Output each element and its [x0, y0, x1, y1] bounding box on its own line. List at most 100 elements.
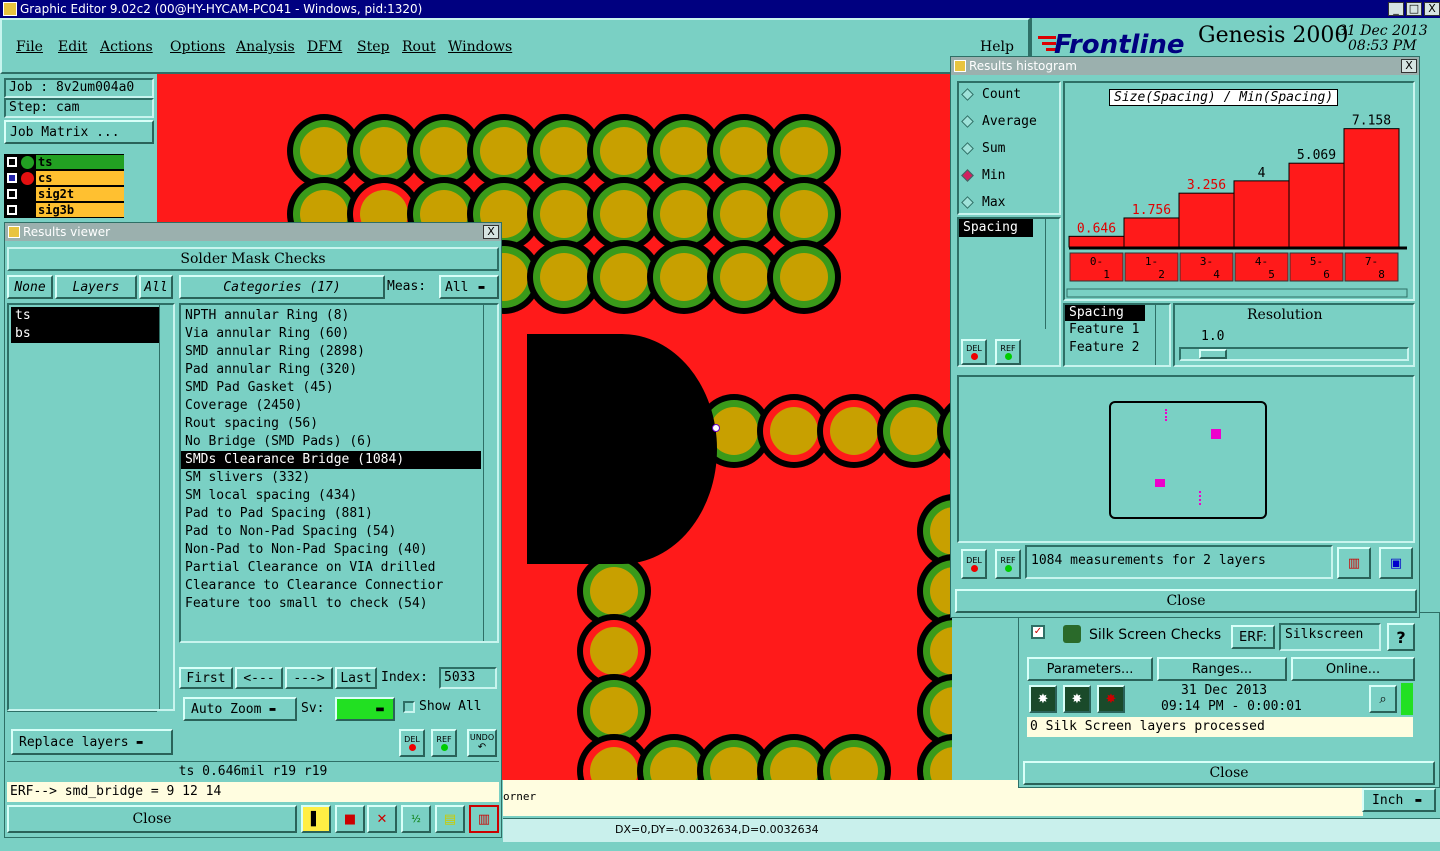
del-button[interactable]: DEL [399, 729, 425, 757]
layer-list-hscroll[interactable] [7, 711, 157, 723]
parameters-button[interactable]: Parameters... [1027, 657, 1153, 681]
histogram-close-button[interactable]: Close [955, 589, 1417, 613]
resolution-slider[interactable] [1179, 347, 1409, 361]
hist-ref-button-2[interactable]: REF [995, 549, 1021, 579]
auto-zoom-dropdown[interactable]: Auto Zoom ▬ [183, 697, 297, 721]
layer-row[interactable]: sig3b [4, 202, 124, 218]
category-item[interactable]: No Bridge (SMD Pads) (6) [181, 433, 481, 451]
index-input[interactable]: 5033 [439, 667, 497, 689]
erf-label-button[interactable]: ERF: [1231, 625, 1275, 649]
category-item[interactable]: Rout spacing (56) [181, 415, 481, 433]
minimize-button[interactable]: _ [1388, 2, 1404, 16]
meas-dropdown[interactable]: All ▬ [439, 275, 499, 299]
category-item[interactable]: Feature too small to check (54) [181, 595, 481, 613]
silk-close-button[interactable]: Close [1023, 761, 1435, 785]
job-matrix-button[interactable]: Job Matrix ... [4, 120, 154, 144]
layer-checkbox[interactable] [7, 173, 17, 183]
results-viewer-close-x[interactable]: X [483, 225, 499, 239]
layer-checkbox[interactable] [7, 189, 17, 199]
layer-checkbox[interactable] [7, 157, 17, 167]
attr-item-feature2[interactable]: Feature 2 [1065, 339, 1169, 357]
layer-row[interactable]: sig2t [4, 186, 124, 202]
toolbar-icon-4[interactable]: ½ [401, 805, 431, 833]
category-item[interactable]: SM local spacing (434) [181, 487, 481, 505]
next-button[interactable]: ---> [285, 667, 333, 689]
hist-del-button-2[interactable]: DEL [961, 549, 987, 579]
silk-run-icon-1[interactable]: ✸ [1029, 685, 1057, 713]
resolution-slider-thumb[interactable] [1199, 349, 1227, 359]
rv-layer-item[interactable]: ts [11, 307, 159, 325]
stat-option-average[interactable]: Average [961, 114, 1037, 129]
category-item[interactable]: Clearance to Clearance Connectior [181, 577, 481, 595]
menu-dfm[interactable]: DFM [307, 39, 357, 55]
online-button[interactable]: Online... [1291, 657, 1415, 681]
silk-help-button[interactable]: ? [1387, 623, 1415, 651]
histogram-bar[interactable] [1178, 192, 1235, 248]
menu-help[interactable]: Help [980, 39, 1014, 55]
category-item[interactable]: SMD Pad Gasket (45) [181, 379, 481, 397]
attr-item-feature1[interactable]: Feature 1 [1065, 321, 1169, 339]
categories-button[interactable]: Categories (17) [179, 275, 385, 299]
menu-options[interactable]: Options [170, 39, 236, 55]
histogram-bar[interactable] [1233, 180, 1290, 248]
field-item-spacing[interactable]: Spacing [959, 219, 1033, 237]
sv-color-dropdown[interactable]: ▬ [335, 697, 395, 721]
silk-run-icon-3[interactable]: ✸ [1097, 685, 1125, 713]
rv-layer-item[interactable]: bs [11, 325, 159, 343]
stat-option-min[interactable]: Min [961, 168, 1005, 183]
ranges-button[interactable]: Ranges... [1157, 657, 1287, 681]
prev-button[interactable]: <--- [235, 667, 283, 689]
silk-run-icon-2[interactable]: ✸ [1063, 685, 1091, 713]
ref-button[interactable]: REF [431, 729, 457, 757]
category-item[interactable]: Partial Clearance on VIA drilled [181, 559, 481, 577]
menu-actions[interactable]: Actions [100, 39, 170, 55]
results-viewer-close-button[interactable]: Close [7, 805, 297, 833]
categories-scrollbar[interactable] [483, 305, 497, 641]
menu-step[interactable]: Step [357, 39, 402, 55]
menu-edit[interactable]: Edit [58, 39, 100, 55]
none-button[interactable]: None [7, 275, 53, 299]
undo-button[interactable]: UNDO ↶ [467, 729, 497, 757]
zoom-icon[interactable]: ⌕ [1369, 685, 1397, 713]
toolbar-icon-1[interactable]: ▌ [301, 805, 331, 833]
last-button[interactable]: Last [335, 667, 377, 689]
field-list-scrollbar[interactable] [1045, 219, 1059, 329]
menu-file[interactable]: File [16, 39, 58, 55]
category-item[interactable]: Pad to Non-Pad Spacing (54) [181, 523, 481, 541]
histogram-bar[interactable] [1288, 162, 1345, 248]
export-icon[interactable]: ▥ [1337, 547, 1371, 579]
replace-layers-dropdown[interactable]: Replace layers ▬ [11, 729, 173, 755]
histogram-bar[interactable] [1343, 128, 1400, 248]
stat-option-max[interactable]: Max [961, 195, 1005, 210]
stat-option-count[interactable]: Count [961, 87, 1021, 102]
toolbar-icon-5[interactable]: ▤ [435, 805, 465, 833]
category-item[interactable]: Pad annular Ring (320) [181, 361, 481, 379]
histogram-bar[interactable] [1123, 217, 1180, 248]
category-item[interactable]: Pad to Pad Spacing (881) [181, 505, 481, 523]
category-item[interactable]: SMDs Clearance Bridge (1084) [181, 451, 481, 469]
show-all-checkbox[interactable] [403, 701, 415, 713]
menu-windows[interactable]: Windows [448, 39, 518, 55]
category-item[interactable]: SMD annular Ring (2898) [181, 343, 481, 361]
layers-button[interactable]: Layers [55, 275, 137, 299]
category-item[interactable]: Via annular Ring (60) [181, 325, 481, 343]
menu-rout[interactable]: Rout [402, 39, 448, 55]
menu-analysis[interactable]: Analysis [236, 39, 307, 55]
histogram-close-x[interactable]: X [1401, 59, 1417, 73]
layer-row[interactable]: cs [4, 170, 124, 186]
attr-list-scrollbar[interactable] [1155, 305, 1169, 365]
erf-value[interactable]: Silkscreen [1279, 623, 1381, 651]
stat-option-sum[interactable]: Sum [961, 141, 1005, 156]
category-item[interactable]: NPTH annular Ring (8) [181, 307, 481, 325]
toolbar-icon-3[interactable]: ✕ [367, 805, 397, 833]
attr-item-spacing[interactable]: Spacing [1065, 305, 1145, 321]
all-button[interactable]: All [139, 275, 173, 299]
silk-enabled-checkbox[interactable]: ✓ [1031, 625, 1045, 639]
chart-hscrollbar[interactable] [1066, 288, 1408, 298]
close-window-button[interactable]: X [1424, 2, 1440, 16]
first-button[interactable]: First [179, 667, 233, 689]
maximize-button[interactable]: □ [1406, 2, 1422, 16]
category-item[interactable]: SM slivers (332) [181, 469, 481, 487]
histogram-icon[interactable]: ▥ [469, 805, 499, 833]
units-dropdown[interactable]: Inch ▬ [1362, 788, 1436, 812]
